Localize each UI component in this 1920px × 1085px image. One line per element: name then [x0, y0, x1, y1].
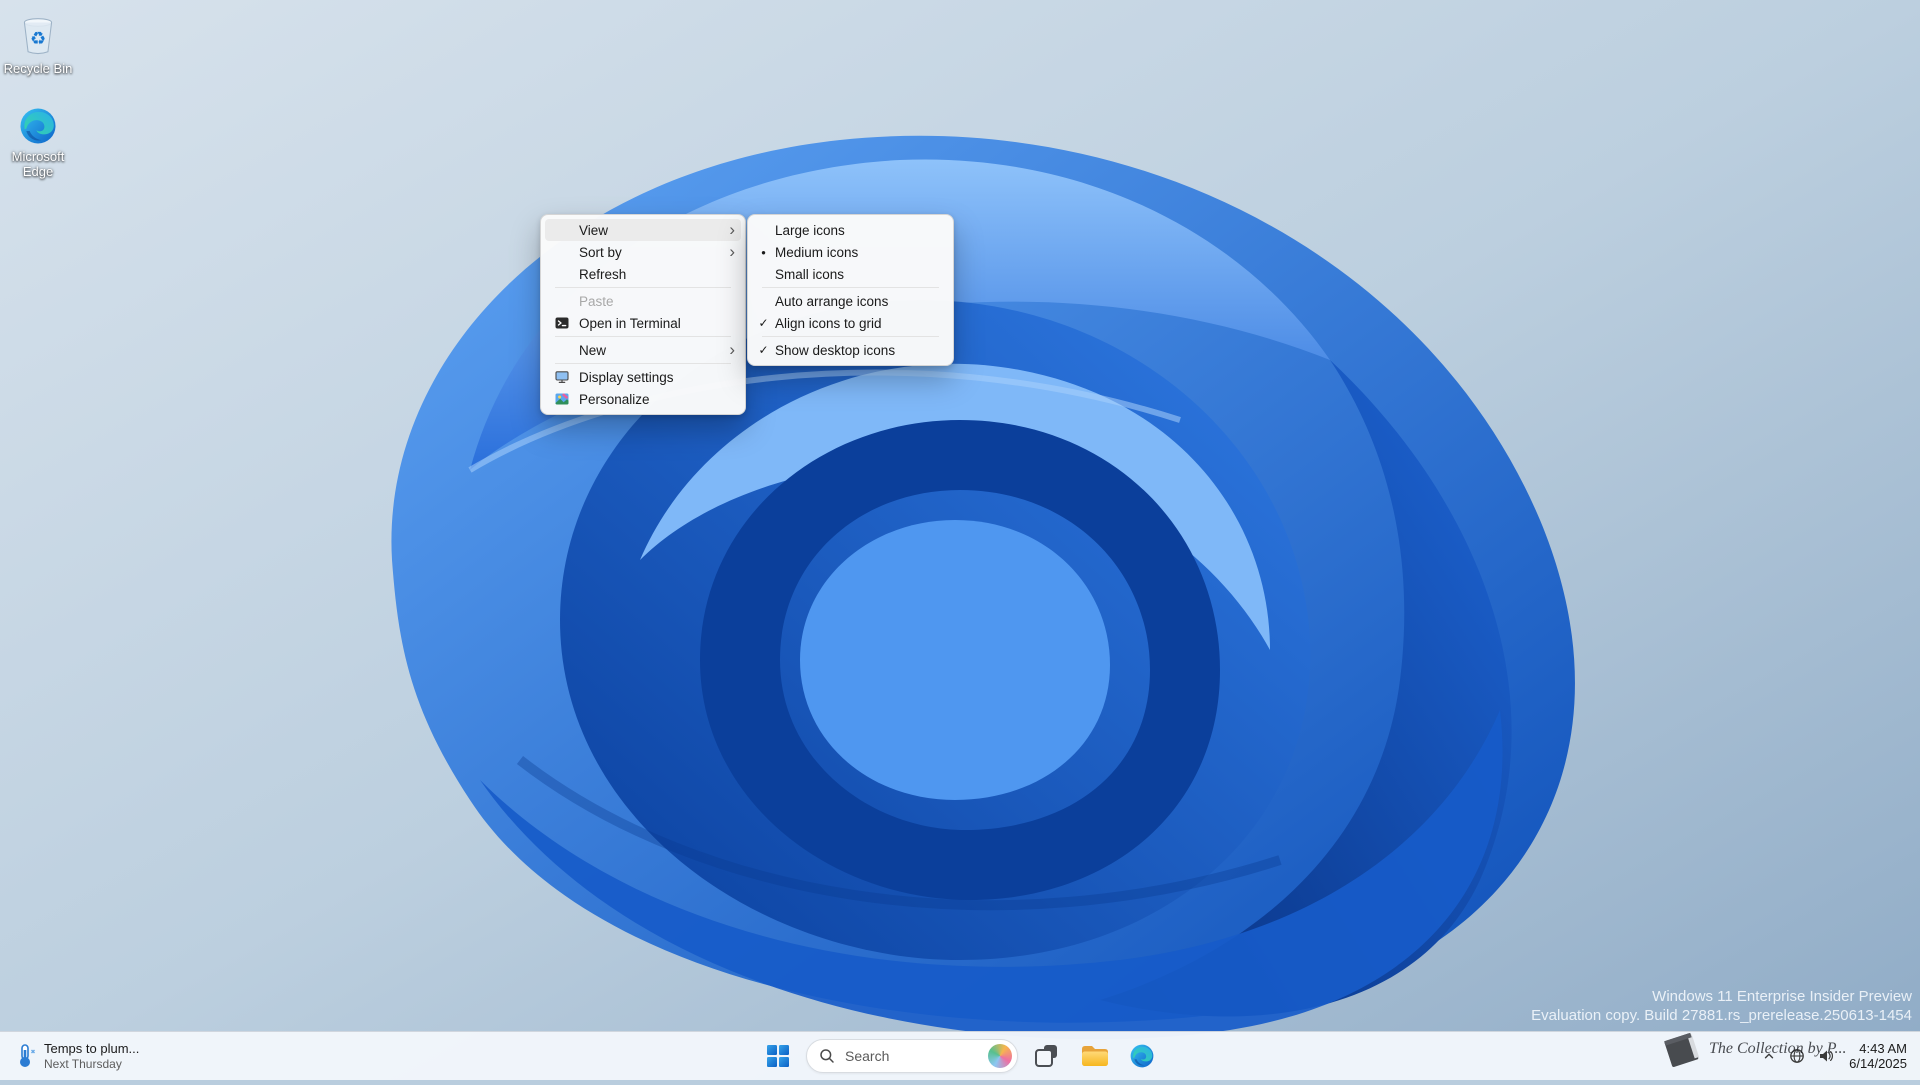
taskbar: Temps to plum... Next Thursday Search 4:… [0, 1031, 1920, 1080]
menu-item-open-in-terminal[interactable]: Open in Terminal [545, 312, 741, 334]
tray-time: 4:43 AM [1859, 1041, 1907, 1056]
menu-item-paste: Paste [579, 293, 614, 309]
widget-line1: Temps to plum... [44, 1041, 140, 1056]
task-view-button[interactable] [1026, 1036, 1066, 1076]
submenu-item-show-desktop-icons[interactable]: ✓ Show desktop icons [752, 339, 949, 361]
volume-button[interactable] [1813, 1038, 1839, 1074]
menu-item-display-settings[interactable]: Display settings [545, 366, 741, 388]
widget-line2: Next Thursday [44, 1057, 122, 1071]
desktop-icon-microsoft-edge[interactable]: Microsoft Edge [0, 106, 81, 179]
chevron-right-icon: › [729, 219, 735, 239]
display-icon [545, 369, 579, 385]
chevron-right-icon: › [729, 241, 735, 261]
desktop-icon-label: Microsoft Edge [11, 149, 65, 179]
menu-separator [555, 363, 731, 364]
search-input[interactable] [843, 1047, 980, 1065]
menu-separator [555, 287, 731, 288]
widget-text: Temps to plum... Next Thursday [44, 1041, 139, 1071]
submenu-item-auto-arrange-icons[interactable]: Auto arrange icons [752, 290, 949, 312]
weather-widget-button[interactable]: Temps to plum... Next Thursday [4, 1036, 149, 1076]
task-view-icon [1035, 1045, 1057, 1067]
menu-separator [555, 336, 731, 337]
network-button[interactable] [1784, 1038, 1810, 1074]
eval-line1: Windows 11 Enterprise Insider Preview [1652, 988, 1912, 1005]
menu-item-sort-by[interactable]: Sort by › [545, 241, 741, 263]
radio-selected-icon: ● [761, 247, 766, 257]
view-submenu: Large icons ● Medium icons Small icons A… [747, 214, 954, 366]
edge-icon [1130, 1044, 1154, 1068]
desktop-icon-label: Recycle Bin [3, 61, 73, 76]
search-icon [820, 1049, 834, 1063]
clock-button[interactable]: 4:43 AM 6/14/2025 [1842, 1041, 1914, 1071]
desktop-background[interactable] [0, 0, 1920, 1080]
eval-line2: Evaluation copy. Build 27881.rs_prerelea… [1531, 1007, 1912, 1024]
windows-logo-icon [767, 1045, 789, 1067]
menu-item-refresh[interactable]: Refresh [545, 263, 741, 285]
edge-icon [20, 108, 56, 144]
taskbar-search-box[interactable] [806, 1039, 1018, 1073]
system-tray: 4:43 AM 6/14/2025 [1757, 1036, 1914, 1076]
submenu-item-align-icons-to-grid[interactable]: ✓ Align icons to grid [752, 312, 949, 334]
menu-item-view[interactable]: View › [545, 219, 741, 241]
desktop-context-menu: View › Sort by › Refresh Paste Open in T… [540, 214, 746, 415]
network-globe-icon [1790, 1049, 1805, 1063]
submenu-item-large-icons[interactable]: Large icons [752, 219, 949, 241]
submenu-item-small-icons[interactable]: Small icons [752, 263, 949, 285]
search-highlight-icon[interactable] [988, 1044, 1012, 1068]
menu-separator [762, 336, 939, 337]
start-button[interactable] [758, 1036, 798, 1076]
speaker-icon [1820, 1050, 1834, 1062]
menu-item-new[interactable]: New › [545, 339, 741, 361]
menu-item-personalize[interactable]: Personalize [545, 388, 741, 410]
tray-date: 6/14/2025 [1849, 1056, 1907, 1071]
taskbar-center [758, 1036, 1162, 1076]
evaluation-watermark: Windows 11 Enterprise Insider Preview Ev… [1531, 987, 1912, 1025]
recycle-bin-icon: ♻ [23, 18, 53, 55]
desktop-icon-recycle-bin[interactable]: ♻ Recycle Bin [0, 12, 81, 76]
bloom-wallpaper [0, 0, 1920, 1080]
terminal-icon [545, 315, 579, 331]
edge-taskbar-button[interactable] [1122, 1036, 1162, 1076]
chevron-right-icon: › [729, 339, 735, 359]
thermometer-icon [20, 1044, 35, 1067]
svg-text:♻: ♻ [30, 28, 46, 48]
chevron-up-icon [1764, 1053, 1774, 1059]
folder-icon [1081, 1046, 1108, 1066]
submenu-item-medium-icons[interactable]: ● Medium icons [752, 241, 949, 263]
check-icon: ✓ [758, 316, 769, 330]
hidden-icons-button[interactable] [1757, 1038, 1781, 1074]
check-icon: ✓ [758, 343, 769, 357]
file-explorer-button[interactable] [1074, 1036, 1114, 1076]
personalize-icon [545, 391, 579, 407]
menu-separator [762, 287, 939, 288]
